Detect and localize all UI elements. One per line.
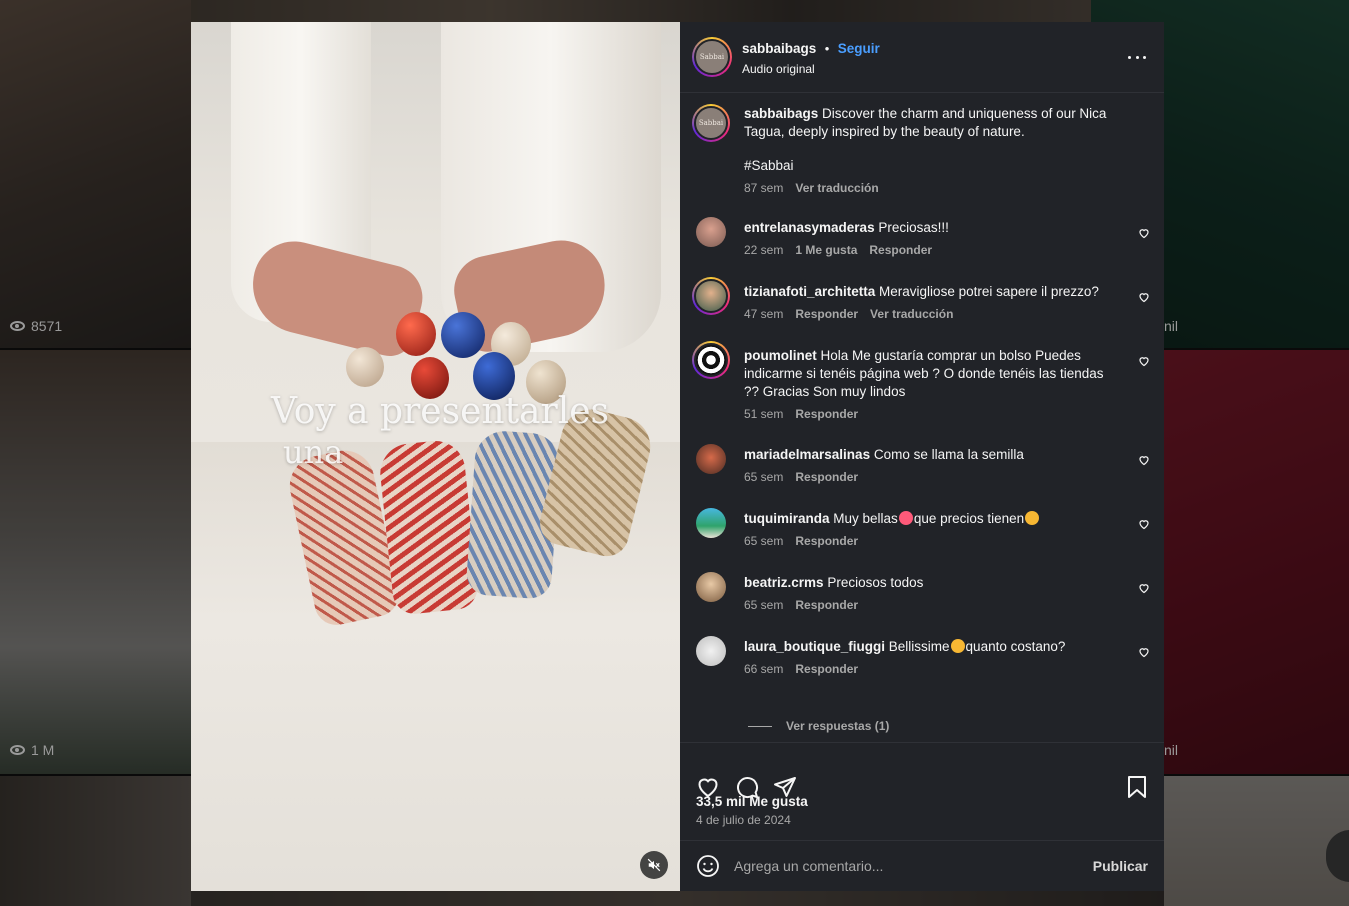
view-replies-label: Ver respuestas (1): [786, 719, 890, 733]
commenter-username[interactable]: tuquimiranda: [744, 511, 830, 526]
separator-dot: •: [824, 41, 830, 56]
bg-views-count-2: 1 M: [10, 742, 54, 758]
author-username[interactable]: sabbaibags: [742, 41, 816, 56]
comment-time: 66 sem: [744, 662, 784, 676]
commenter-username[interactable]: tizianafoti_architetta: [744, 284, 875, 299]
eye-icon: [10, 745, 25, 755]
heart-eyes-emoji-icon: [950, 639, 965, 653]
likes-count[interactable]: 33,5 mil Me gusta: [696, 794, 808, 809]
comment-time: 47 sem: [744, 307, 784, 321]
commenter-avatar[interactable]: [696, 572, 726, 602]
comment-like-heart-icon[interactable]: [1138, 291, 1150, 303]
commenter-avatar[interactable]: [692, 277, 730, 315]
publish-button[interactable]: Publicar: [1093, 858, 1148, 874]
commenter-username[interactable]: mariadelmarsalinas: [744, 447, 870, 462]
audio-link[interactable]: Audio original: [742, 62, 880, 76]
reply-button[interactable]: Responder: [795, 407, 858, 421]
comments-scroll-area[interactable]: Sabbai sabbaibags Discover the charm and…: [680, 92, 1164, 742]
bg-partial-text-2: nil: [1164, 742, 1179, 758]
comment-text: Meravigliose potrei sapere il prezzo?: [879, 284, 1099, 299]
overlay-line-2: una: [283, 433, 344, 471]
comment-text: Como se llama la semilla: [873, 447, 1024, 462]
comment-time: 22 sem: [744, 243, 784, 257]
post-date: 4 de julio de 2024: [696, 813, 791, 827]
follow-button[interactable]: Seguir: [838, 41, 880, 56]
caption-time: 87 sem: [744, 181, 784, 195]
commenter-username[interactable]: poumolinet: [744, 348, 817, 363]
comment-like-heart-icon[interactable]: [1138, 518, 1150, 530]
commenter-username[interactable]: entrelanasymaderas: [744, 220, 875, 235]
post-actions-bar: [680, 742, 1164, 843]
comment-like-heart-icon[interactable]: [1138, 227, 1150, 239]
comment-like-heart-icon[interactable]: [1138, 646, 1150, 658]
tagua-bead: [346, 347, 384, 387]
comment-text: Preciosos todos: [827, 575, 924, 590]
commenter-username[interactable]: laura_boutique_fiuggi: [744, 639, 885, 654]
eye-icon: [10, 321, 25, 331]
comment-like-heart-icon[interactable]: [1138, 582, 1150, 594]
commenter-avatar[interactable]: [696, 217, 726, 247]
comment-like-heart-icon[interactable]: [1138, 454, 1150, 466]
commenter-avatar[interactable]: [696, 636, 726, 666]
comment-time: 65 sem: [744, 470, 784, 484]
caption-hashtag[interactable]: #Sabbai: [744, 157, 1124, 175]
tagua-bead: [441, 312, 485, 358]
comment-text: Muy bellas: [833, 511, 898, 526]
reply-button[interactable]: Responder: [795, 307, 858, 321]
author-info: sabbaibags • Seguir Audio original: [742, 40, 880, 76]
add-comment-bar: Agrega un comentario... Publicar: [680, 840, 1164, 892]
tagua-bead: [396, 312, 436, 356]
comment-time: 51 sem: [744, 407, 784, 421]
author-avatar[interactable]: Sabbai: [692, 37, 732, 77]
reply-button[interactable]: Responder: [795, 534, 858, 548]
bg-views-count-1: 8571: [10, 318, 62, 334]
heart-eyes-emoji-icon: [1025, 511, 1040, 525]
caption-translate-link[interactable]: Ver traducción: [795, 181, 878, 195]
commenter-username[interactable]: beatriz.crms: [744, 575, 824, 590]
post-details-panel: Sabbai sabbaibags • Seguir Audio origina…: [680, 22, 1164, 891]
post-video[interactable]: Voy a presentarles una: [191, 22, 680, 891]
commenter-avatar[interactable]: [696, 444, 726, 474]
comment-text: que precios tienen: [913, 511, 1025, 526]
bookmark-icon[interactable]: [1124, 774, 1150, 800]
comment-text: quanto costano?: [965, 639, 1066, 654]
caption-author-avatar[interactable]: Sabbai: [692, 104, 730, 142]
muted-speaker-icon[interactable]: [640, 851, 668, 879]
emoji-icon[interactable]: [696, 854, 720, 878]
more-options-icon[interactable]: [1128, 48, 1146, 66]
reply-button[interactable]: Responder: [795, 598, 858, 612]
video-overlay-caption: Voy a presentarles una: [271, 392, 609, 472]
reply-button[interactable]: Responder: [795, 662, 858, 676]
reply-button[interactable]: Responder: [869, 243, 932, 257]
comment-likes-count[interactable]: 1 Me gusta: [795, 243, 857, 257]
comment-text: Preciosas!!!: [878, 220, 949, 235]
overlay-line-1: Voy a presentarles: [271, 391, 610, 432]
translate-link[interactable]: Ver traducción: [870, 307, 953, 321]
commenter-avatar[interactable]: [696, 508, 726, 538]
comment-time: 65 sem: [744, 598, 784, 612]
commenter-avatar[interactable]: [692, 341, 730, 379]
view-replies-button[interactable]: Ver respuestas (1): [748, 719, 889, 733]
post-header: Sabbai sabbaibags • Seguir Audio origina…: [680, 22, 1164, 93]
comment-like-heart-icon[interactable]: [1138, 355, 1150, 367]
comment-time: 65 sem: [744, 534, 784, 548]
comment-input[interactable]: Agrega un comentario...: [734, 858, 883, 874]
star-struck-emoji-icon: [898, 511, 913, 525]
bg-partial-text-1: nil: [1164, 318, 1179, 334]
replies-line: [748, 725, 772, 727]
caption-username[interactable]: sabbaibags: [744, 106, 818, 121]
reply-button[interactable]: Responder: [795, 470, 858, 484]
comment-text: Bellissime: [888, 639, 950, 654]
